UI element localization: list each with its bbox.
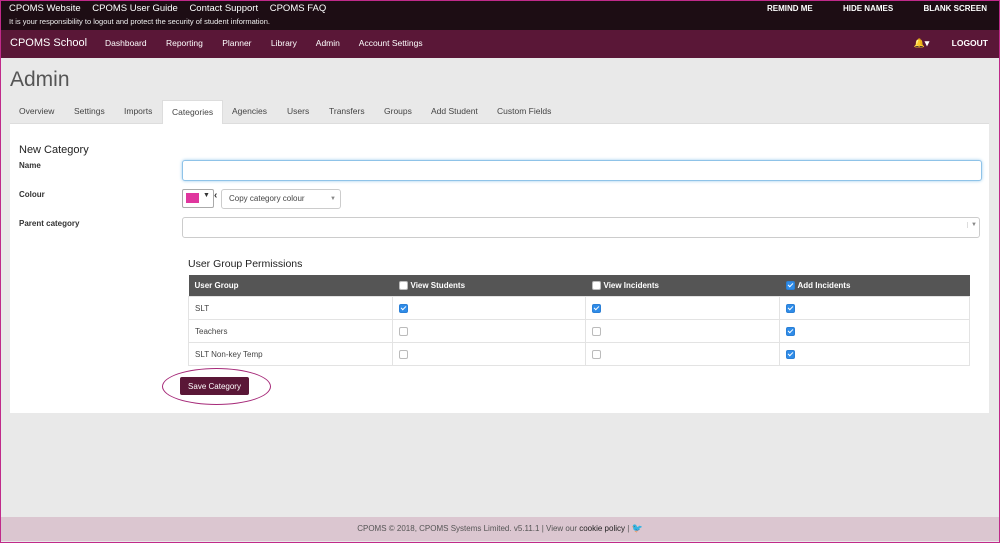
colour-swatch xyxy=(186,193,199,203)
view-incidents-checkbox[interactable] xyxy=(592,349,601,359)
cpoms-website-link[interactable]: CPOMS Website xyxy=(9,3,81,14)
view-students-all-checkbox[interactable] xyxy=(398,281,408,291)
chevron-down-icon: ▼ xyxy=(967,222,977,228)
col-view-students: View Students xyxy=(392,275,586,297)
tab-settings[interactable]: Settings xyxy=(65,100,114,122)
view-incidents-checkbox[interactable] xyxy=(592,303,601,313)
tab-users[interactable]: Users xyxy=(278,100,318,122)
save-category-button[interactable]: Save Category xyxy=(180,377,249,395)
user-guide-link[interactable]: CPOMS User Guide xyxy=(92,3,178,14)
nav-admin[interactable]: Admin xyxy=(316,38,340,48)
utility-links: CPOMS Website CPOMS User Guide Contact S… xyxy=(9,3,335,14)
table-row: Teachers xyxy=(188,319,970,343)
tab-categories[interactable]: Categories xyxy=(162,100,224,125)
name-input[interactable] xyxy=(182,160,982,181)
parent-category-select[interactable]: ▼ xyxy=(182,217,980,238)
chevron-down-icon: ▼ xyxy=(203,192,210,199)
add-incidents-checkbox[interactable] xyxy=(786,303,795,313)
chevron-down-icon: ▼ xyxy=(330,196,336,202)
col-add-incidents: Add Incidents xyxy=(779,275,970,297)
col-user-group: User Group xyxy=(188,275,393,297)
view-students-checkbox[interactable] xyxy=(399,349,408,359)
table-row: SLT Non-key Temp xyxy=(188,342,970,366)
utility-bar: CPOMS Website CPOMS User Guide Contact S… xyxy=(0,0,1000,30)
nav-library[interactable]: Library xyxy=(271,38,297,48)
tab-imports[interactable]: Imports xyxy=(115,100,161,122)
view-incidents-checkbox[interactable] xyxy=(592,326,601,336)
footer: CPOMS © 2018, CPOMS Systems Limited. v5.… xyxy=(0,517,1000,541)
view-students-checkbox[interactable] xyxy=(399,303,408,313)
copy-colour-label: Copy category colour xyxy=(229,194,305,203)
main-navbar: CPOMS School Dashboard Reporting Planner… xyxy=(0,30,1000,58)
tab-agencies[interactable]: Agencies xyxy=(223,100,276,122)
admin-tabs: Overview Settings Imports Categories Age… xyxy=(10,100,989,125)
permissions-title: User Group Permissions xyxy=(188,258,303,270)
blank-screen-button[interactable]: BLANK SCREEN xyxy=(923,4,987,13)
section-title: New Category xyxy=(19,144,89,156)
nav-menu: Dashboard Reporting Planner Library Admi… xyxy=(105,38,440,48)
add-incidents-checkbox[interactable] xyxy=(786,326,795,336)
contact-support-link[interactable]: Contact Support xyxy=(189,3,258,14)
logout-button[interactable]: LOGOUT xyxy=(952,38,988,48)
permissions-table: User Group View Students View Incidents … xyxy=(188,275,970,366)
user-group-name: Teachers xyxy=(188,319,393,343)
chevron-left-icon: ‹ xyxy=(214,190,218,201)
view-students-checkbox[interactable] xyxy=(399,326,408,336)
name-label: Name xyxy=(19,161,41,170)
brand[interactable]: CPOMS School xyxy=(10,37,87,49)
remind-me-button[interactable]: REMIND ME xyxy=(767,4,813,13)
table-row: SLT xyxy=(188,296,970,320)
tab-add-student[interactable]: Add Student xyxy=(422,100,487,122)
tab-groups[interactable]: Groups xyxy=(375,100,421,122)
nav-reporting[interactable]: Reporting xyxy=(166,38,203,48)
nav-dashboard[interactable]: Dashboard xyxy=(105,38,147,48)
page-title: Admin xyxy=(10,68,70,91)
colour-label: Colour xyxy=(19,190,45,199)
nav-planner[interactable]: Planner xyxy=(222,38,251,48)
utility-actions: REMIND ME HIDE NAMES BLANK SCREEN xyxy=(739,4,987,13)
view-incidents-all-checkbox[interactable] xyxy=(591,281,601,291)
nav-right: 🔔▾ LOGOUT xyxy=(914,38,988,49)
copy-colour-select[interactable]: Copy category colour ▼ xyxy=(221,189,341,209)
user-group-name: SLT xyxy=(188,296,393,320)
user-group-name: SLT Non-key Temp xyxy=(188,342,393,366)
footer-text: CPOMS © 2018, CPOMS Systems Limited. v5.… xyxy=(357,524,580,533)
tab-overview[interactable]: Overview xyxy=(10,100,63,122)
bell-icon[interactable]: 🔔▾ xyxy=(914,38,930,49)
tab-transfers[interactable]: Transfers xyxy=(320,100,374,122)
table-header-row: User Group View Students View Incidents … xyxy=(188,275,970,297)
category-form-panel: New Category Name Colour ▼ ‹ Copy catego… xyxy=(10,124,989,413)
add-incidents-all-checkbox[interactable] xyxy=(785,281,795,291)
add-incidents-checkbox[interactable] xyxy=(786,349,795,359)
cookie-policy-link[interactable]: cookie policy xyxy=(579,524,625,533)
twitter-icon[interactable]: 🐦 xyxy=(632,523,643,533)
faq-link[interactable]: CPOMS FAQ xyxy=(270,3,326,14)
colour-picker[interactable]: ▼ xyxy=(182,189,214,208)
security-notice: It is your responsibility to logout and … xyxy=(9,17,270,26)
tab-custom-fields[interactable]: Custom Fields xyxy=(488,100,560,122)
col-view-incidents: View Incidents xyxy=(585,275,780,297)
nav-account-settings[interactable]: Account Settings xyxy=(359,38,423,48)
hide-names-button[interactable]: HIDE NAMES xyxy=(843,4,893,13)
parent-category-label: Parent category xyxy=(19,219,80,228)
